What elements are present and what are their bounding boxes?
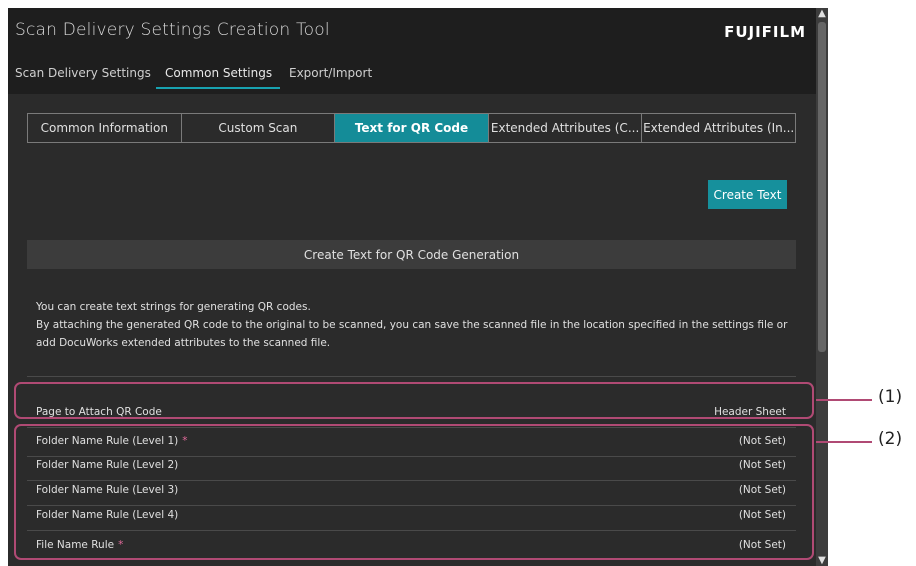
menu-scan-delivery-settings[interactable]: Scan Delivery Settings [15, 66, 151, 80]
section-description: You can create text strings for generati… [36, 298, 806, 352]
vertical-scrollbar[interactable]: ▲ ▼ [816, 8, 828, 566]
create-text-button[interactable]: Create Text [708, 180, 787, 209]
description-line-1: You can create text strings for generati… [36, 301, 311, 313]
callout-line-1 [816, 399, 872, 401]
callout-outline-1 [14, 382, 814, 419]
menu-export-import[interactable]: Export/Import [289, 66, 372, 80]
callout-label-2: (2) [878, 429, 903, 449]
scrollbar-thumb[interactable] [818, 22, 826, 352]
scroll-down-icon[interactable]: ▼ [816, 555, 828, 566]
tab-extended-attributes-in[interactable]: Extended Attributes (In... [642, 114, 795, 142]
brand-logo: FUJIFILM [724, 23, 806, 41]
scroll-up-icon[interactable]: ▲ [816, 8, 828, 19]
callout-line-2 [816, 441, 872, 443]
callout-outline-2 [14, 424, 814, 560]
menu-common-settings[interactable]: Common Settings [165, 66, 272, 80]
title-bar: Scan Delivery Settings Creation Tool FUJ… [8, 8, 816, 54]
tab-custom-scan[interactable]: Custom Scan [182, 114, 336, 142]
description-line-2: By attaching the generated QR code to th… [36, 319, 788, 349]
divider [27, 376, 796, 377]
section-header: Create Text for QR Code Generation [27, 240, 796, 269]
callout-label-1: (1) [878, 387, 903, 407]
tab-common-information[interactable]: Common Information [28, 114, 182, 142]
tab-text-for-qr-code[interactable]: Text for QR Code [335, 114, 489, 142]
menu-bar: Scan Delivery Settings Common Settings E… [8, 54, 816, 94]
tab-extended-attributes-c[interactable]: Extended Attributes (C... [489, 114, 643, 142]
settings-tabs: Common Information Custom Scan Text for … [27, 113, 796, 143]
app-title: Scan Delivery Settings Creation Tool [15, 20, 330, 40]
active-menu-indicator [156, 87, 280, 89]
